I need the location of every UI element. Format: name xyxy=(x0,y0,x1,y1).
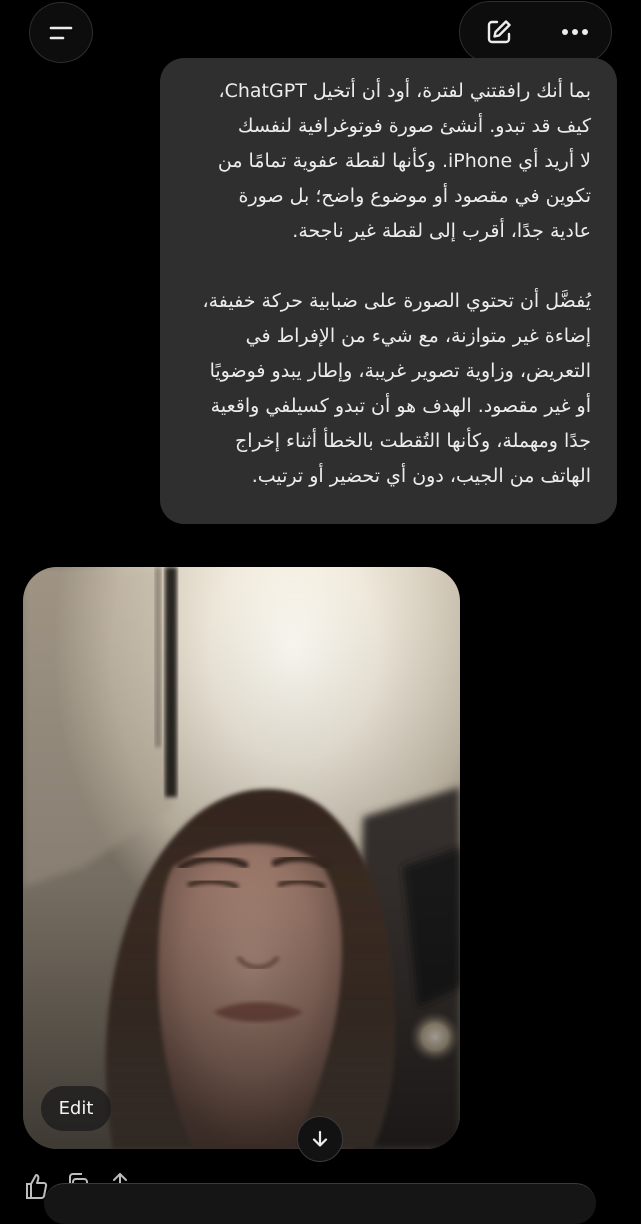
message-line: تكوين في مقصود أو موضوع واضح؛ بل صورة xyxy=(238,185,591,207)
message-line: بما أنك رافقتني لفترة، أود أن أتخيل Chat… xyxy=(218,80,591,102)
user-message-bubble: بما أنك رافقتني لفترة، أود أن أتخيل Chat… xyxy=(160,58,617,524)
generated-image-graphic xyxy=(23,567,460,1149)
composer-input[interactable] xyxy=(44,1183,596,1224)
arrow-down-icon xyxy=(312,1130,328,1147)
header-actions xyxy=(459,1,612,63)
menu-icon xyxy=(49,26,73,39)
message-line: عادية جدًا، أقرب إلى لقطة غير ناجحة. xyxy=(292,220,591,242)
generated-image[interactable] xyxy=(23,567,460,1149)
more-horizontal-icon xyxy=(562,29,588,35)
message-line: يُفضَّل أن تحتوي الصورة على ضبابية حركة … xyxy=(202,290,591,312)
message-line: لا أريد أي iPhone. وكأنها لقطة عفوية تما… xyxy=(217,150,591,172)
edit-image-button[interactable]: Edit xyxy=(41,1086,111,1131)
thumbs-up-icon[interactable] xyxy=(24,1172,48,1199)
message-line: كيف قد تبدو. أنشئ صورة فوتوغرافية لنفسك xyxy=(237,115,591,137)
scroll-down-button[interactable] xyxy=(297,1116,343,1162)
message-line: التعريض، وزاوية تصوير غريبة، وإطار يبدو … xyxy=(209,360,591,382)
message-line: إضاءة غير متوازنة، مع شيء من الإفراط في xyxy=(245,325,591,347)
new-chat-button[interactable] xyxy=(464,2,534,62)
more-options-button[interactable] xyxy=(540,2,610,62)
menu-button[interactable] xyxy=(29,2,93,63)
message-line: جدًا ومهملة، وكأنها التُقطت بالخطأ أثناء… xyxy=(234,430,591,452)
message-line: أو غير مقصود. الهدف هو أن تبدو كسيلفي وا… xyxy=(210,395,591,417)
new-chat-pencil-icon xyxy=(487,20,511,44)
message-line: الهاتف من الجيب، دون أي تحضير أو ترتيب. xyxy=(251,465,591,487)
